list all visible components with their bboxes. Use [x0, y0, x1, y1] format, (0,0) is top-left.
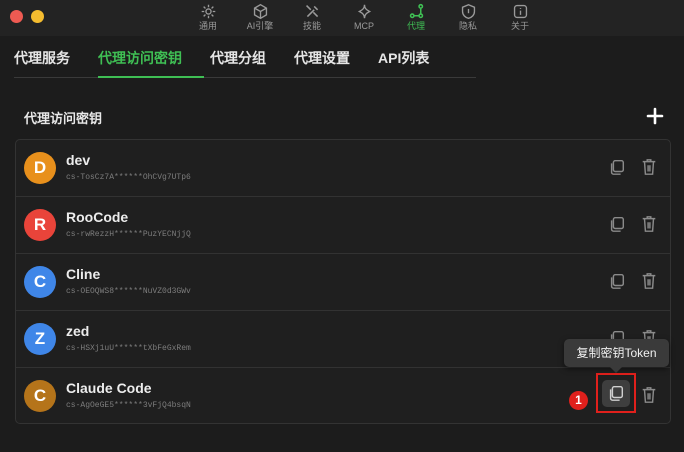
toolbar-label: 关于 — [510, 21, 529, 31]
list-item: C Cline cs-OEOQWS8******NuVZ0d3GWv — [16, 254, 670, 311]
list-item: R RooCode cs-rwRezzH******PuzYECNjjQ — [16, 197, 670, 254]
tab-proxy-settings[interactable]: 代理设置 — [280, 36, 364, 78]
gear-icon — [201, 4, 215, 19]
active-tab-indicator — [98, 76, 204, 78]
copy-icon[interactable] — [608, 158, 626, 176]
highlight-box — [596, 373, 636, 413]
key-token: cs-OEOQWS8******NuVZ0d3GWv — [66, 287, 191, 296]
title-bar: 通用 AI引擎 技能 MCP 代理 隐私 关于 — [0, 0, 684, 36]
tab-proxy-groups[interactable]: 代理分组 — [196, 36, 280, 78]
key-name: Cline — [66, 266, 101, 282]
sparkle-icon — [357, 4, 371, 19]
key-name: dev — [66, 152, 91, 168]
toolbar-general[interactable]: 通用 — [182, 0, 234, 36]
tab-api-list[interactable]: API列表 — [364, 36, 443, 78]
list-item: D dev cs-TosCz7A******OhCVg7UTp6 — [16, 140, 670, 197]
tooltip: 复制密钥Token — [564, 339, 669, 367]
plus-icon[interactable] — [645, 106, 665, 126]
toolbar-mcp[interactable]: MCP — [338, 0, 390, 36]
shield-icon — [461, 3, 475, 20]
tools-icon — [305, 5, 318, 18]
toolbar-label: MCP — [354, 21, 374, 31]
key-token: cs-HSXj1uU******tXbFeGxRem — [66, 344, 191, 353]
toolbar-label: 代理 — [406, 21, 425, 31]
toolbar-about[interactable]: 关于 — [494, 0, 546, 36]
proxy-icon — [409, 3, 423, 19]
toolbar-skills[interactable]: 技能 — [286, 0, 338, 36]
step-badge: 1 — [569, 391, 588, 410]
close-window-button[interactable] — [10, 10, 23, 23]
avatar: C — [24, 266, 56, 298]
toolbar-label: 通用 — [198, 21, 217, 31]
toolbar-proxy[interactable]: 代理 — [390, 0, 442, 36]
tab-bar: 代理服务 代理访问密钥 代理分组 代理设置 API列表 — [0, 36, 684, 78]
toolbar-label: AI引擎 — [246, 21, 274, 31]
trash-icon[interactable] — [640, 214, 658, 234]
key-name: Claude Code — [66, 380, 152, 396]
minimize-window-button[interactable] — [31, 10, 44, 23]
tab-proxy-service[interactable]: 代理服务 — [0, 36, 84, 78]
trash-icon[interactable] — [640, 271, 658, 291]
preferences-toolbar: 通用 AI引擎 技能 MCP 代理 隐私 关于 — [182, 0, 546, 36]
tooltip-arrow — [610, 367, 622, 373]
avatar: D — [24, 152, 56, 184]
toolbar-privacy[interactable]: 隐私 — [442, 0, 494, 36]
copy-icon[interactable] — [608, 272, 626, 290]
key-name: zed — [66, 323, 90, 339]
cube-icon — [253, 3, 267, 20]
info-icon — [513, 4, 527, 19]
avatar: R — [24, 209, 56, 241]
copy-icon[interactable] — [608, 215, 626, 233]
toolbar-ai-engine[interactable]: AI引擎 — [234, 0, 286, 36]
tab-proxy-access-keys[interactable]: 代理访问密钥 — [84, 36, 196, 78]
toolbar-label: 隐私 — [458, 21, 477, 31]
key-token: cs-AgOeGE5******3vFjQ4bsqN — [66, 401, 191, 410]
access-key-list: D dev cs-TosCz7A******OhCVg7UTp6 R RooCo… — [15, 139, 671, 424]
avatar: C — [24, 380, 56, 412]
avatar: Z — [24, 323, 56, 355]
tab-divider — [14, 77, 476, 78]
key-token: cs-rwRezzH******PuzYECNjjQ — [66, 230, 191, 239]
key-token: cs-TosCz7A******OhCVg7UTp6 — [66, 173, 191, 182]
trash-icon[interactable] — [640, 157, 658, 177]
section-title: 代理访问密钥 — [24, 111, 103, 126]
trash-icon[interactable] — [640, 385, 658, 405]
toolbar-label: 技能 — [302, 21, 321, 31]
key-name: RooCode — [66, 209, 129, 225]
